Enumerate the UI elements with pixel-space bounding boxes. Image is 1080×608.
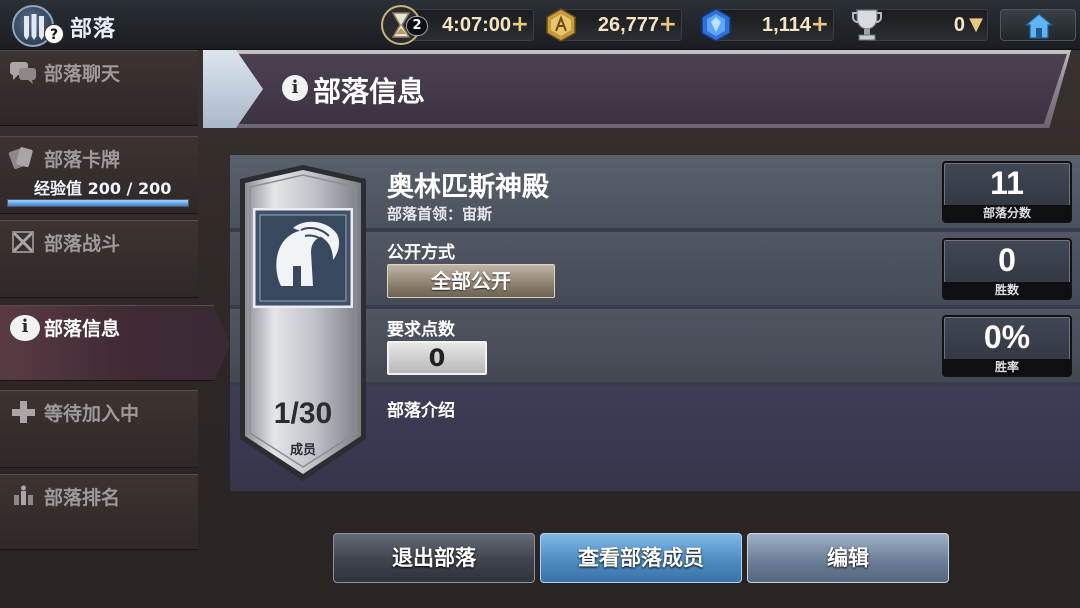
home-icon [1025, 13, 1053, 39]
gold-coin-icon [546, 8, 576, 42]
clan-banner: 1/30 成员 [240, 165, 366, 481]
home-button[interactable] [1000, 9, 1076, 41]
gold-plus-button[interactable]: + [659, 12, 677, 38]
sidebar: 部落聊天 部落卡牌 经验值 200 / 200 部落战斗 i 部落信息 等待加入… [0, 50, 230, 608]
open-type-label: 公开方式 [387, 243, 455, 263]
sidebar-item-info[interactable]: i 部落信息 [0, 305, 230, 382]
sidebar-item-ranking[interactable]: 部落排名 [0, 474, 198, 550]
info-icon: i [10, 315, 40, 341]
xp-text: 经验值 200 / 200 [34, 179, 172, 198]
stat-score-caption: 部落分数 [944, 205, 1070, 221]
clan-leader: 部落首领：宙斯 [387, 205, 493, 223]
stat-wins-caption: 胜数 [944, 282, 1070, 298]
gold-value: 26,777 [597, 14, 659, 36]
intro-label: 部落介绍 [387, 401, 455, 421]
stat-winrate-caption: 胜率 [944, 359, 1070, 375]
sidebar-item-chat[interactable]: 部落聊天 [0, 50, 198, 126]
sidebar-item-pending[interactable]: 等待加入中 [0, 390, 198, 468]
help-icon[interactable]: ? [44, 24, 64, 44]
sidebar-item-battle[interactable]: 部落战斗 [0, 220, 198, 298]
trophy-dropdown-button[interactable]: ▼ [969, 12, 983, 38]
stat-winrate-value: 0% [983, 319, 1031, 355]
clan-name: 奥林匹斯神殿 [387, 172, 549, 203]
xp-progress-bar [7, 199, 189, 207]
section-header: i 部落信息 [203, 50, 1071, 128]
ranking-icon [14, 485, 33, 505]
view-members-button[interactable]: 查看部落成员 [540, 533, 742, 583]
sidebar-item-label: 部落信息 [44, 318, 121, 340]
trophy-icon [852, 9, 882, 41]
plus-icon [12, 401, 35, 423]
open-type-value: 全部公开 [387, 264, 555, 298]
trophy-value: 0 [953, 14, 965, 36]
leave-clan-button[interactable]: 退出部落 [333, 533, 535, 583]
stat-winrate: 0% 胜率 [942, 315, 1072, 377]
required-points-label: 要求点数 [387, 320, 455, 340]
top-bar: ? 部落 4:07:00 + 2 26,777 + 1,114 + 0 ▼ [0, 0, 1080, 50]
cards-icon [8, 147, 33, 169]
stat-wins: 0 胜数 [942, 238, 1072, 300]
timer-value: 4:07:00 [442, 14, 511, 36]
timer-count-badge: 2 [406, 16, 428, 36]
edit-button[interactable]: 编辑 [747, 533, 949, 583]
chat-icon [10, 62, 36, 84]
section-title: 部落信息 [313, 75, 426, 108]
gems-plus-button[interactable]: + [811, 12, 829, 38]
trophy-resource: 0 ▼ [866, 9, 988, 41]
timer-plus-button[interactable]: + [511, 12, 529, 38]
sidebar-item-cards[interactable]: 部落卡牌 经验值 200 / 200 [0, 136, 198, 214]
required-points-value: 0 [387, 341, 487, 375]
stat-score-value: 11 [990, 165, 1024, 201]
stat-wins-value: 0 [998, 242, 1016, 278]
spartan-helmet-icon [253, 208, 353, 308]
gems-value: 1,114 [762, 14, 811, 36]
sidebar-item-label: 部落卡牌 [44, 149, 121, 171]
crossed-swords-icon [12, 231, 34, 253]
member-count: 1/30 [273, 397, 333, 430]
xp-progress-fill [8, 200, 188, 206]
clan-flags-icon [24, 14, 44, 40]
gem-icon [701, 8, 731, 42]
info-icon: i [282, 75, 308, 101]
sidebar-item-label: 等待加入中 [44, 403, 140, 425]
gold-resource: 26,777 + [560, 9, 682, 41]
stat-score: 11 部落分数 [942, 161, 1072, 223]
sidebar-item-label: 部落排名 [44, 487, 121, 509]
sidebar-item-label: 部落聊天 [44, 63, 121, 85]
member-count-label: 成员 [289, 443, 316, 458]
sidebar-item-label: 部落战斗 [44, 233, 121, 255]
page-title: 部落 [70, 17, 117, 42]
